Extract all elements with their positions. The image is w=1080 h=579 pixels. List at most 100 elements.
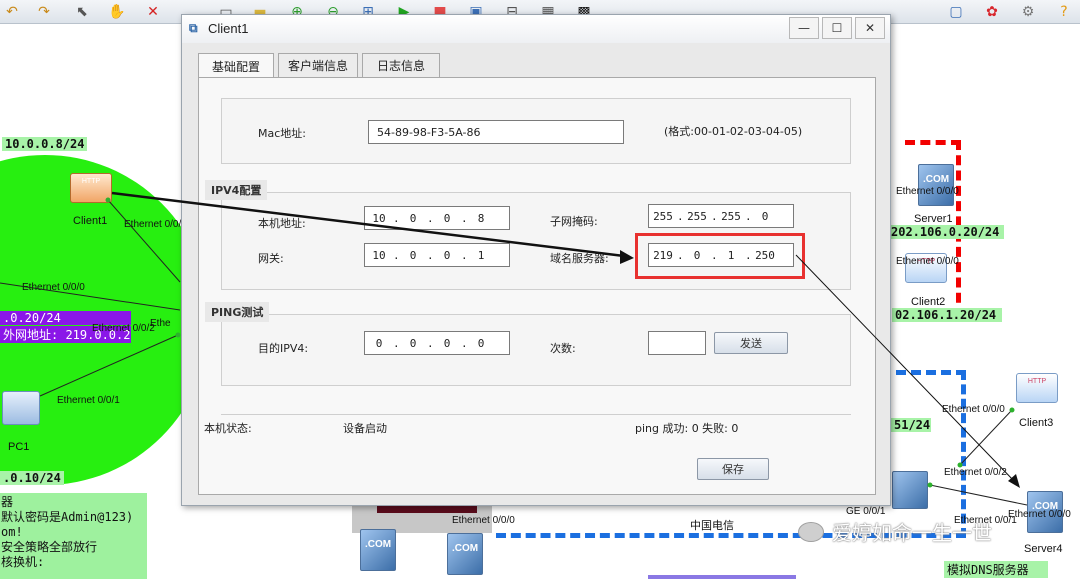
note-line: om! <box>1 525 23 539</box>
left-interface: Ethernet 0/0/0 <box>22 282 85 293</box>
note-line: 器 <box>1 495 14 509</box>
huawei-icon[interactable]: ✿ <box>982 2 1002 22</box>
client1-interface: Ethernet 0/0/0 <box>124 219 187 230</box>
octet: 0 <box>443 248 451 262</box>
purple-bar <box>648 575 796 579</box>
server-bottom-2[interactable]: .COM <box>447 533 483 575</box>
settings-icon[interactable]: ⚙ <box>1018 2 1038 22</box>
server4-interface: Ethernet 0/0/0 <box>1008 509 1071 520</box>
ipv4-legend: IPV4配置 <box>205 180 268 200</box>
close-button[interactable]: ✕ <box>855 17 885 39</box>
ping-group: 目的IPV4: 0. 0. 0. 0 次数: 发送 <box>221 314 851 386</box>
local-ip-label: 本机地址: <box>258 217 306 230</box>
minimize-button[interactable]: — <box>789 17 819 39</box>
server1-device[interactable]: .COM <box>918 164 954 206</box>
save-button[interactable]: 保存 <box>697 458 769 480</box>
pointer-icon[interactable]: ⬉ <box>72 2 92 22</box>
subnet-mask-field[interactable]: 255. 255. 255. 0 <box>648 204 794 228</box>
china-telecom-label: 中国电信 <box>690 520 734 532</box>
server4-name: Server4 <box>1024 543 1063 555</box>
gateway-label: 网关: <box>258 252 284 265</box>
dns-server-field-label: 域名服务器: <box>550 252 609 265</box>
octet: 0 <box>477 336 485 350</box>
ping-count-label: 次数: <box>550 342 576 355</box>
tab-basic-config[interactable]: 基础配置 <box>198 53 274 78</box>
client-icon: ⧉ <box>189 21 198 35</box>
ping-count-field[interactable] <box>648 331 706 355</box>
octet: 255 <box>721 209 741 223</box>
mac-format-hint: (格式:00-01-02-03-04-05) <box>664 125 803 138</box>
switch-ge-interface: GE 0/0/1 <box>846 506 886 517</box>
octet: 10 <box>372 248 386 262</box>
ping-target-field[interactable]: 0. 0. 0. 0 <box>364 331 510 355</box>
dialog-titlebar[interactable]: ⧉ Client1 — ☐ ✕ <box>182 15 890 43</box>
net-label-bottom: .0.10/24 <box>0 471 64 485</box>
octet: 1 <box>477 248 485 262</box>
octet: 0 <box>443 336 451 350</box>
client3-device[interactable]: HTTP <box>1016 373 1058 403</box>
server1-name: Server1 <box>914 213 953 225</box>
mac-label: Mac地址: <box>258 127 306 140</box>
client1-dialog: ⧉ Client1 — ☐ ✕ 基础配置 客户端信息 日志信息 Mac地址: 5… <box>181 14 891 506</box>
ping-legend: PING测试 <box>205 302 270 322</box>
octet: 0 <box>409 211 417 225</box>
ping-target-label: 目的IPV4: <box>258 342 309 355</box>
net-label-mid: 51/24 <box>891 418 931 432</box>
redo-icon[interactable]: ↷ <box>34 2 54 22</box>
octet: 0 <box>409 248 417 262</box>
watermark-text: 爱婷如命一生一世 <box>832 523 992 545</box>
hand-icon[interactable]: ✋ <box>107 2 127 22</box>
client2-name: Client2 <box>911 296 946 308</box>
status-label: 本机状态: <box>204 422 252 435</box>
blue-dashed-top <box>896 370 966 375</box>
octet: 10 <box>372 211 386 225</box>
client3-interface: Ethernet 0/0/0 <box>942 404 1005 415</box>
pc1-name: PC1 <box>8 441 30 453</box>
tab-panel: Mac地址: 54-89-98-F3-5A-86 (格式:00-01-02-03… <box>198 77 876 495</box>
pc1-device[interactable] <box>2 391 40 425</box>
mac-field[interactable]: 54-89-98-F3-5A-86 <box>368 120 624 144</box>
note-box: 器 默认密码是Admin@123) om! 安全策略全部放行 核换机: <box>0 493 147 579</box>
octet: 8 <box>477 211 485 225</box>
server-bottom-1[interactable]: .COM <box>360 529 396 571</box>
mac-group: Mac地址: 54-89-98-F3-5A-86 (格式:00-01-02-03… <box>221 98 851 164</box>
switch-device[interactable] <box>892 471 928 509</box>
server1-ip-label: 202.106.0.20/24 <box>888 225 1004 239</box>
client3-name: Client3 <box>1019 417 1054 429</box>
note-line: 默认密码是Admin@123) <box>1 510 134 524</box>
status-value: 设备启动 <box>343 422 387 435</box>
local-ip-field[interactable]: 10. 0. 0. 8 <box>364 206 510 230</box>
octet: 0 <box>409 336 417 350</box>
switch-eth2-interface: Ethernet 0/0/2 <box>944 467 1007 478</box>
tab-log-info[interactable]: 日志信息 <box>362 53 440 77</box>
eth-near-interface: Ethe <box>150 318 171 329</box>
subnet-mask-label: 子网掩码: <box>550 215 598 228</box>
chat-icon[interactable]: ▢ <box>946 2 966 22</box>
dns-server-label: 模拟DNS服务器 <box>944 561 1048 578</box>
client2-ip-label: 02.106.1.20/24 <box>892 308 1002 322</box>
pc1-interface: Ethernet 0/0/1 <box>57 395 120 406</box>
client2-interface: Ethernet 0/0/0 <box>896 256 959 267</box>
tab-client-info[interactable]: 客户端信息 <box>278 53 358 77</box>
octet: 0 <box>443 211 451 225</box>
client1-device[interactable]: HTTP <box>70 173 112 203</box>
ping-result: ping 成功: 0 失败: 0 <box>635 422 739 435</box>
maximize-button[interactable]: ☐ <box>822 17 852 39</box>
help-icon[interactable]: ? <box>1054 2 1074 22</box>
net-label-left: 10.0.0.8/24 <box>2 137 88 151</box>
note-line: 安全策略全部放行 <box>1 540 98 554</box>
octet: 0 <box>761 209 769 223</box>
send-button[interactable]: 发送 <box>714 332 788 354</box>
wechat-icon <box>798 522 824 542</box>
dialog-title: Client1 <box>208 21 249 36</box>
note-line: 核换机: <box>1 555 45 569</box>
octet: 255 <box>653 209 673 223</box>
gateway-field[interactable]: 10. 0. 0. 1 <box>364 243 510 267</box>
server1-interface: Ethernet 0/0/0 <box>896 186 959 197</box>
bottom-interface: Ethernet 0/0/0 <box>452 515 515 526</box>
undo-icon[interactable]: ↶ <box>2 2 22 22</box>
dns-highlight-box <box>635 233 805 279</box>
eth2-interface: Ethernet 0/0/2 <box>92 323 155 334</box>
delete-icon[interactable]: ✕ <box>143 2 163 22</box>
octet: 255 <box>687 209 707 223</box>
